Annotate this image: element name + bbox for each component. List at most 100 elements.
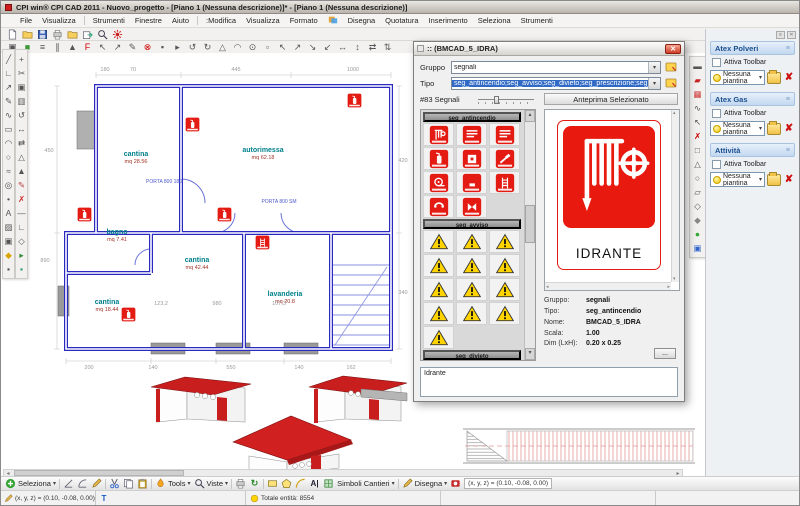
menu-item[interactable]: Formato — [285, 16, 323, 25]
menu-item[interactable]: :Modifica — [201, 16, 241, 25]
gruppo-filter-icon[interactable] — [664, 61, 678, 74]
open-folder-button[interactable] — [767, 123, 781, 135]
toolbar-icon[interactable]: ▲ — [66, 41, 79, 53]
plan-safety-sign[interactable] — [347, 91, 362, 110]
grid-scrollbar[interactable] — [524, 110, 535, 360]
panel-group-header[interactable]: Atex Gas — [710, 92, 795, 106]
piantina-select[interactable]: Nessuna piantina — [710, 172, 765, 187]
dock-menu-icon[interactable]: ≡ — [776, 31, 785, 39]
sign-tile[interactable] — [489, 302, 520, 325]
toolbar-icon[interactable]: ◠ — [231, 41, 244, 53]
anteprima-header[interactable]: Anteprima Selezionato — [544, 93, 678, 105]
tool-icon[interactable]: ≈ — [3, 165, 14, 178]
toolbar-icon[interactable]: ✎ — [126, 41, 139, 53]
print-button[interactable] — [51, 28, 64, 40]
piantina-select[interactable]: Nessuna piantina — [710, 70, 765, 85]
tools-button[interactable]: Tools ▾ — [155, 478, 191, 489]
collapse-icon[interactable] — [786, 147, 790, 154]
menu-item[interactable]: Finestre — [130, 16, 167, 25]
tool-icon[interactable]: ▣ — [16, 81, 27, 94]
sign-tile[interactable] — [489, 254, 520, 277]
tool-icon[interactable]: △ — [16, 151, 27, 164]
open-folder-button[interactable] — [767, 72, 781, 84]
preview-horizontal-scrollbar[interactable] — [545, 282, 671, 290]
plan-safety-sign[interactable] — [185, 115, 200, 134]
menu-item[interactable]: Inserimento — [424, 16, 473, 25]
toolbar-icon[interactable]: ↗ — [291, 41, 304, 53]
tool-icon[interactable]: ∟ — [16, 221, 27, 234]
tool-icon[interactable]: ∿ — [692, 102, 703, 115]
tool-icon[interactable]: ▰ — [692, 74, 703, 87]
snap-angle-button[interactable] — [63, 478, 74, 489]
menu-item[interactable]: Seleziona — [473, 16, 516, 25]
more-button[interactable]: ... — [654, 348, 676, 359]
tool-icon[interactable]: ↖ — [692, 116, 703, 129]
tool-icon[interactable]: ╱ — [3, 53, 14, 66]
window-titlebar[interactable]: CPI win® CPI CAD 2011 - Nuovo_progetto -… — [1, 1, 799, 14]
checkbox-icon[interactable] — [712, 160, 721, 169]
tool-icon[interactable]: ✎ — [3, 95, 14, 108]
plan-safety-sign[interactable] — [255, 233, 270, 252]
tool-icon[interactable]: ▥ — [16, 95, 27, 108]
toolbar-icon[interactable]: ▪ — [156, 41, 169, 53]
open-button[interactable] — [21, 28, 34, 40]
attiva-toolbar-checkbox[interactable]: Attiva Toolbar — [712, 109, 795, 118]
wall-section-hatch[interactable] — [463, 429, 695, 463]
tool-icon[interactable]: ✗ — [16, 193, 27, 206]
sign-tile[interactable] — [489, 230, 520, 253]
sign-tile[interactable] — [423, 171, 454, 194]
plan-safety-sign[interactable] — [217, 205, 232, 224]
sign-tile[interactable] — [456, 302, 487, 325]
export-button[interactable] — [81, 28, 94, 40]
tool-icon[interactable]: △ — [692, 158, 703, 171]
size-slider[interactable] — [478, 96, 534, 104]
settings-button[interactable] — [111, 28, 124, 40]
dock-close-icon[interactable]: ✕ — [787, 31, 796, 39]
ortho-button[interactable] — [77, 478, 88, 489]
toolbar-icon[interactable]: ↺ — [186, 41, 199, 53]
sign-tile[interactable] — [423, 254, 454, 277]
sign-tile[interactable] — [489, 123, 520, 146]
sign-tile[interactable] — [456, 147, 487, 170]
sign-tile[interactable] — [423, 302, 454, 325]
piantina-select[interactable]: Nessuna piantina — [710, 121, 765, 136]
house-render-1[interactable] — [151, 377, 251, 422]
tipo-filter-icon[interactable] — [664, 77, 678, 90]
toolbar-icon[interactable]: ▫ — [261, 41, 274, 53]
tool-icon[interactable]: ↺ — [16, 109, 27, 122]
tool-icon[interactable]: ∿ — [3, 109, 14, 122]
toolbar-icon[interactable]: ⇄ — [366, 41, 379, 53]
tool-icon[interactable]: ◇ — [692, 200, 703, 213]
tool-icon[interactable]: ● — [692, 228, 703, 241]
sign-tile[interactable] — [456, 195, 487, 218]
disegna-button[interactable]: Disegna ▾ — [402, 478, 448, 489]
sign-tile[interactable] — [489, 147, 520, 170]
projects-folder-button[interactable] — [66, 28, 79, 40]
toolbar-icon[interactable]: ≡ — [36, 41, 49, 53]
tool-icon[interactable]: ✂ — [16, 67, 27, 80]
edit-button[interactable] — [91, 478, 102, 489]
chevron-down-icon[interactable] — [759, 74, 762, 81]
tool-icon[interactable]: ↔ — [16, 123, 27, 136]
menu-item[interactable]: Disegna — [343, 16, 381, 25]
preview-vertical-scrollbar[interactable] — [671, 110, 679, 282]
tool-icon[interactable]: ▱ — [692, 186, 703, 199]
house-render-3[interactable] — [233, 416, 353, 474]
toolbar-icon[interactable]: ▸ — [171, 41, 184, 53]
grid-tool-button[interactable] — [323, 478, 334, 489]
sign-tile[interactable] — [423, 230, 454, 253]
zoom-button[interactable] — [96, 28, 109, 40]
record-button[interactable] — [450, 478, 461, 489]
tool-icon[interactable]: ▪ — [3, 263, 14, 276]
sign-tile[interactable] — [456, 123, 487, 146]
attiva-toolbar-checkbox[interactable]: Attiva Toolbar — [712, 160, 795, 169]
collapse-icon[interactable] — [786, 96, 790, 103]
house-render-2[interactable] — [309, 376, 407, 423]
plan-safety-sign[interactable] — [121, 305, 136, 324]
sign-tile[interactable] — [456, 171, 487, 194]
tool-icon[interactable]: A — [3, 207, 14, 220]
viste-button[interactable]: Viste ▾ — [194, 478, 229, 489]
tool-icon[interactable]: ▣ — [3, 235, 14, 248]
menu-item[interactable]: File — [15, 16, 37, 25]
tool-icon[interactable]: □ — [692, 144, 703, 157]
